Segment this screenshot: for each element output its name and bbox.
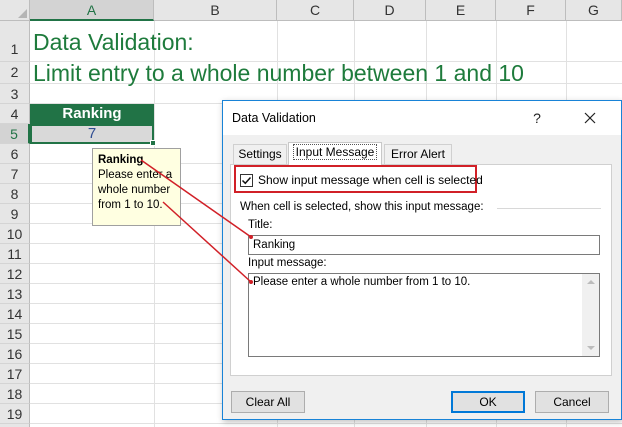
tab-error-alert[interactable]: Error Alert bbox=[384, 144, 452, 164]
input-message-text: Please enter a whole number from 1 to 10… bbox=[253, 276, 471, 288]
row-header-13[interactable]: 13 bbox=[0, 284, 30, 304]
section-label: When cell is selected, show this input m… bbox=[240, 201, 484, 213]
dialog-titlebar[interactable]: Data Validation ? bbox=[223, 101, 621, 135]
divider bbox=[497, 208, 601, 209]
selected-cell[interactable]: 7 bbox=[30, 124, 154, 144]
column-header-a[interactable]: A bbox=[30, 0, 154, 21]
row-header-5[interactable]: 5 bbox=[0, 124, 30, 144]
show-message-checkbox[interactable] bbox=[240, 173, 253, 187]
tooltip-message: Please enter a whole number from 1 to 10… bbox=[98, 169, 173, 211]
row-header-10[interactable]: 10 bbox=[0, 224, 30, 244]
scroll-down-icon[interactable] bbox=[587, 346, 595, 350]
row-header-6[interactable]: 6 bbox=[0, 144, 30, 164]
row-header-12[interactable]: 12 bbox=[0, 264, 30, 284]
close-button[interactable] bbox=[579, 107, 601, 129]
column-header-e[interactable]: E bbox=[426, 0, 496, 21]
heading-line-2: Limit entry to a whole number between 1 … bbox=[33, 60, 524, 86]
tab-input-message[interactable]: Input Message bbox=[288, 142, 382, 165]
row-header-14[interactable]: 14 bbox=[0, 304, 30, 324]
data-validation-dialog: Data Validation ? Settings Input Message… bbox=[222, 100, 622, 420]
row-header-17[interactable]: 17 bbox=[0, 364, 30, 384]
clear-all-button[interactable]: Clear All bbox=[231, 391, 305, 413]
row-header-18[interactable]: 18 bbox=[0, 384, 30, 404]
tab-panel: Show input message when cell is selected… bbox=[230, 164, 612, 376]
column-header-d[interactable]: D bbox=[354, 0, 426, 21]
help-button[interactable]: ? bbox=[527, 108, 547, 128]
column-header-g[interactable]: G bbox=[566, 0, 622, 21]
show-message-option[interactable]: Show input message when cell is selected bbox=[240, 171, 483, 189]
column-header-c[interactable]: C bbox=[277, 0, 354, 21]
message-field-label: Input message: bbox=[248, 257, 327, 269]
row-header-1[interactable]: 1 bbox=[0, 21, 30, 62]
row-header-2[interactable]: 2 bbox=[0, 62, 30, 84]
tab-input-message-label: Input Message bbox=[292, 144, 378, 160]
title-input[interactable] bbox=[248, 235, 600, 255]
row-header-15[interactable]: 15 bbox=[0, 324, 30, 344]
row-header-19[interactable]: 19 bbox=[0, 404, 30, 424]
gridline bbox=[30, 423, 622, 424]
row-header-7[interactable]: 7 bbox=[0, 164, 30, 184]
ok-button[interactable]: OK bbox=[451, 391, 525, 413]
fill-handle[interactable] bbox=[150, 140, 156, 146]
close-icon bbox=[584, 112, 596, 124]
tooltip-title: Ranking bbox=[98, 154, 144, 166]
dialog-title: Data Validation bbox=[232, 111, 316, 125]
checkmark-icon bbox=[241, 176, 252, 184]
column-header-b[interactable]: B bbox=[154, 0, 277, 21]
input-message-textarea[interactable]: Please enter a whole number from 1 to 10… bbox=[248, 273, 600, 357]
title-field-label: Title: bbox=[248, 219, 273, 231]
row-header-11[interactable]: 11 bbox=[0, 244, 30, 264]
input-message-tooltip: Ranking Please enter a whole number from… bbox=[92, 148, 181, 226]
heading-line-1: Data Validation: bbox=[33, 29, 194, 55]
row-header-9[interactable]: 9 bbox=[0, 204, 30, 224]
tab-settings[interactable]: Settings bbox=[233, 144, 287, 164]
row-header-16[interactable]: 16 bbox=[0, 344, 30, 364]
select-all-corner[interactable] bbox=[0, 0, 30, 21]
column-header-f[interactable]: F bbox=[496, 0, 566, 21]
row-header-4[interactable]: 4 bbox=[0, 104, 30, 124]
textarea-scrollbar[interactable] bbox=[582, 274, 599, 356]
table-header-cell[interactable]: Ranking bbox=[30, 104, 154, 124]
show-message-label: Show input message when cell is selected bbox=[258, 173, 483, 187]
row-header-8[interactable]: 8 bbox=[0, 184, 30, 204]
cancel-button[interactable]: Cancel bbox=[535, 391, 609, 413]
scroll-up-icon[interactable] bbox=[587, 280, 595, 284]
row-header-3[interactable]: 3 bbox=[0, 84, 30, 104]
